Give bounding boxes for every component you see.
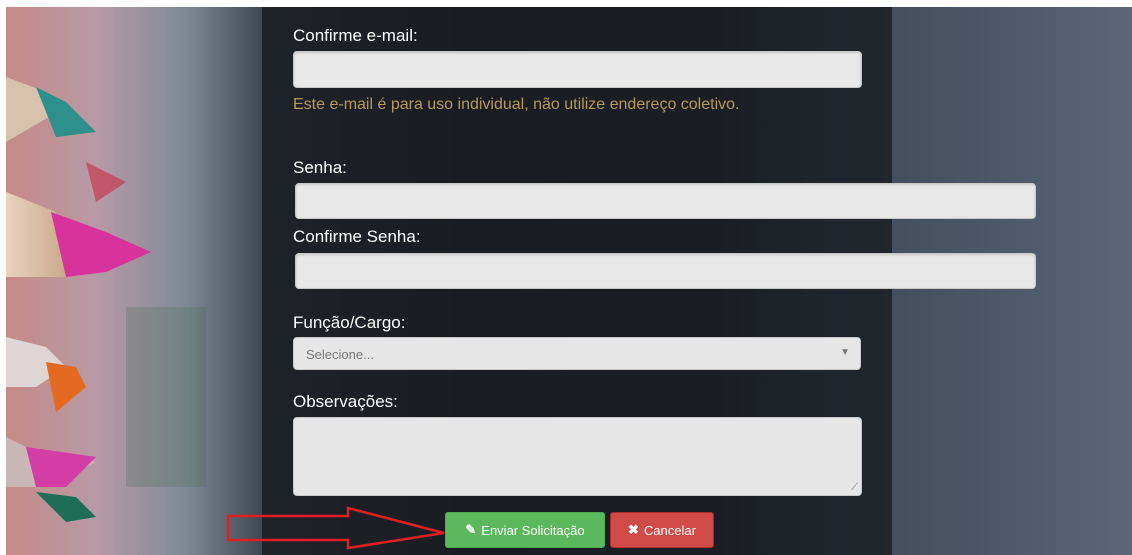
submit-request-label: Enviar Solicitação (481, 522, 585, 538)
submit-request-button[interactable]: ✎ Enviar Solicitação (445, 512, 605, 548)
resize-handle-icon[interactable]: ⟋ (851, 483, 858, 493)
chevron-down-icon: ▼ (840, 347, 850, 358)
confirm-email-field[interactable] (293, 51, 862, 88)
cancel-button[interactable]: ✖ Cancelar (610, 512, 714, 548)
confirm-password-field[interactable] (295, 253, 1036, 289)
role-select[interactable]: Selecione... ▼ (293, 337, 861, 370)
confirm-password-label: Confirme Senha: (293, 227, 421, 246)
close-icon: ✖ (628, 522, 639, 537)
password-field[interactable] (295, 183, 1036, 219)
page-frame: Confirme e-mail: Este e-mail é para uso … (0, 0, 1132, 555)
cancel-label: Cancelar (643, 522, 696, 538)
pencil-icon: ✎ (465, 522, 477, 537)
role-label: Função/Cargo: (293, 313, 406, 332)
annotation-arrow (226, 506, 445, 550)
notes-label: Observações: (293, 392, 398, 411)
password-label: Senha: (293, 158, 347, 177)
confirm-email-label: Confirme e-mail: (293, 26, 418, 45)
notes-textarea[interactable]: ⟋ (293, 417, 862, 496)
email-hint-text: Este e-mail é para uso individual, não u… (293, 96, 740, 113)
colored-pencils-image (6, 77, 206, 522)
role-select-value: Selecione... (306, 347, 374, 362)
